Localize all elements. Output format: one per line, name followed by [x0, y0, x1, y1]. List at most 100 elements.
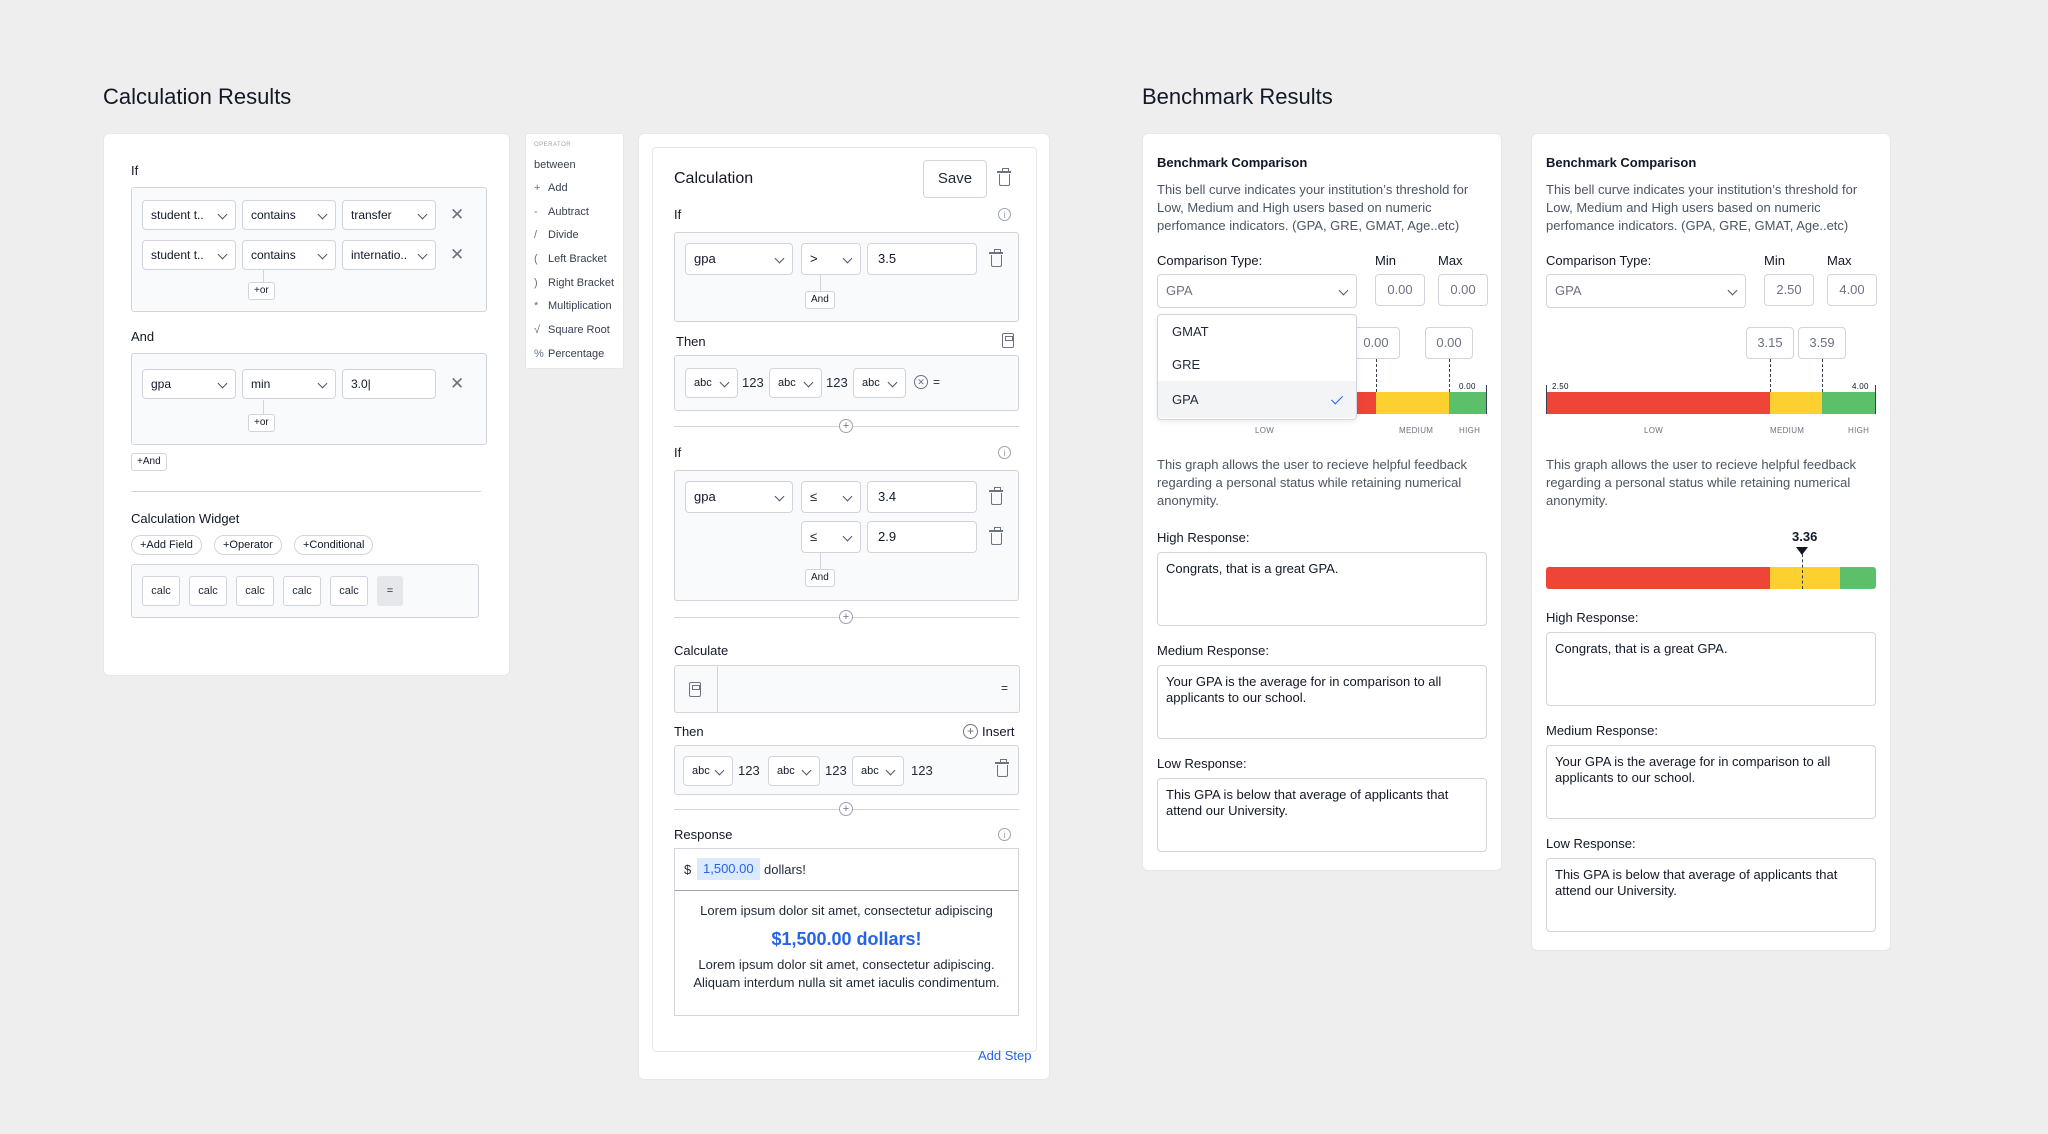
- amount-token[interactable]: 1,500.00: [697, 858, 760, 880]
- abc-select[interactable]: abc: [853, 368, 906, 398]
- medium-threshold-marker[interactable]: 0.00: [1352, 327, 1400, 359]
- operator-square-root[interactable]: √ Square Root: [534, 324, 610, 336]
- operator-divide[interactable]: / Divide: [534, 229, 579, 241]
- value-select[interactable]: transfer: [342, 200, 436, 230]
- add-conditional-button[interactable]: +Conditional: [294, 535, 374, 555]
- abc-select[interactable]: abc: [768, 756, 820, 786]
- field-select[interactable]: gpa: [685, 243, 793, 275]
- option-gpa[interactable]: GPA: [1158, 381, 1356, 418]
- operator-left-bracket[interactable]: (Left Bracket: [534, 253, 607, 265]
- equals-item[interactable]: =: [377, 576, 403, 606]
- calc-item[interactable]: calc: [283, 576, 321, 606]
- add-step-plus-icon[interactable]: +: [839, 610, 853, 624]
- high-threshold-marker[interactable]: 3.59: [1798, 327, 1846, 359]
- calculator-icon[interactable]: [1002, 333, 1014, 348]
- max-input[interactable]: 0.00: [1438, 274, 1488, 306]
- abc-select[interactable]: abc: [852, 756, 904, 786]
- high-response-textarea[interactable]: Congrats, that is a great GPA.: [1157, 552, 1487, 626]
- calc-item[interactable]: calc: [189, 576, 227, 606]
- field-select[interactable]: gpa: [685, 481, 793, 513]
- trash-icon[interactable]: [997, 168, 1011, 186]
- info-icon[interactable]: i: [998, 446, 1011, 459]
- add-or-button[interactable]: +or: [248, 282, 275, 300]
- medium-response-textarea[interactable]: Your GPA is the average for in compariso…: [1157, 665, 1487, 739]
- clear-circle-icon[interactable]: ✕: [914, 375, 928, 389]
- low-label: LOW: [1644, 426, 1664, 435]
- medium-response-textarea[interactable]: Your GPA is the average for in compariso…: [1546, 745, 1876, 819]
- operator-percentage[interactable]: % Percentage: [534, 348, 604, 360]
- max-input[interactable]: 4.00: [1827, 274, 1877, 306]
- add-step-link[interactable]: Add Step: [978, 1048, 1032, 1063]
- min-input[interactable]: 0.00: [1375, 274, 1425, 306]
- value-input[interactable]: 2.9: [867, 521, 977, 553]
- and-label: And: [131, 329, 155, 344]
- comparison-type-select[interactable]: GPA: [1157, 274, 1357, 308]
- medium-threshold-marker[interactable]: 3.15: [1746, 327, 1794, 359]
- high-threshold-marker[interactable]: 0.00: [1425, 327, 1473, 359]
- and-button[interactable]: And: [805, 569, 835, 587]
- close-icon[interactable]: ✕: [450, 246, 464, 263]
- field-select[interactable]: gpa: [142, 369, 236, 399]
- operator-multiplication[interactable]: * Multiplication: [534, 300, 612, 312]
- min-input[interactable]: 2.50: [1764, 274, 1814, 306]
- insert-plus-icon[interactable]: +: [963, 724, 978, 739]
- value-input[interactable]: 3.5: [867, 243, 977, 275]
- field-select[interactable]: student t..: [142, 200, 236, 230]
- operator-right-bracket[interactable]: ) Right Bracket: [534, 277, 614, 289]
- score-high-bar: [1840, 567, 1876, 589]
- operator-select[interactable]: min: [242, 369, 336, 399]
- operator-select[interactable]: contains: [242, 240, 336, 270]
- abc-select[interactable]: abc: [683, 756, 733, 786]
- info-icon[interactable]: i: [998, 208, 1011, 221]
- calc-item[interactable]: calc: [330, 576, 368, 606]
- operator-menu-header: OPERATOR: [534, 142, 572, 148]
- trash-icon[interactable]: [989, 249, 1003, 267]
- option-gre[interactable]: GRE: [1158, 348, 1356, 381]
- and-button[interactable]: And: [805, 291, 835, 309]
- low-response-textarea[interactable]: This GPA is below that average of applic…: [1546, 858, 1876, 932]
- value-input[interactable]: 3.0|: [342, 369, 436, 399]
- chevron-down-icon: [217, 249, 228, 260]
- conditions-card: If student t.. contains transfer ✕ stude…: [103, 133, 510, 676]
- close-icon[interactable]: ✕: [450, 206, 464, 223]
- calculate-label: Calculate: [674, 643, 729, 658]
- if-label: If: [674, 207, 682, 222]
- value-select[interactable]: internatio..: [342, 240, 436, 270]
- calculation-results-heading: Calculation Results: [103, 84, 292, 109]
- close-icon[interactable]: ✕: [450, 375, 464, 392]
- add-field-button[interactable]: +Add Field: [131, 535, 202, 555]
- high-response-textarea[interactable]: Congrats, that is a great GPA.: [1546, 632, 1876, 706]
- operator-select[interactable]: ≤: [801, 481, 861, 513]
- comparison-type-label: Comparison Type:: [1157, 253, 1263, 268]
- field-select[interactable]: student t..: [142, 240, 236, 270]
- abc-select[interactable]: abc: [685, 368, 738, 398]
- add-operator-button[interactable]: +Operator: [214, 535, 282, 555]
- calc-item[interactable]: calc: [236, 576, 274, 606]
- add-step-plus-icon[interactable]: +: [839, 802, 853, 816]
- operator-add[interactable]: + Add: [534, 182, 568, 194]
- trash-icon[interactable]: [995, 759, 1009, 777]
- add-and-button[interactable]: +And: [131, 453, 167, 471]
- add-step-plus-icon[interactable]: +: [839, 419, 853, 433]
- calc-item[interactable]: calc: [142, 576, 180, 606]
- operator-subtract[interactable]: - Aubtract: [534, 206, 589, 218]
- insert-button[interactable]: Insert: [982, 724, 1015, 739]
- option-gmat[interactable]: GMAT: [1158, 315, 1356, 348]
- info-icon[interactable]: i: [998, 828, 1011, 841]
- operator-between[interactable]: between: [534, 159, 576, 171]
- value-input[interactable]: 3.4: [867, 481, 977, 513]
- trash-icon[interactable]: [989, 527, 1003, 545]
- trash-icon[interactable]: [989, 487, 1003, 505]
- comparison-type-select[interactable]: GPA: [1546, 274, 1746, 308]
- then-group: abc 123 abc 123 abc 123: [674, 745, 1019, 795]
- add-or-button[interactable]: +or: [248, 414, 275, 432]
- abc-select[interactable]: abc: [769, 368, 822, 398]
- calculator-icon[interactable]: [689, 682, 701, 697]
- operator-select[interactable]: contains: [242, 200, 336, 230]
- operator-select[interactable]: ≤: [801, 521, 861, 553]
- response-input[interactable]: $ 1,500.00 dollars!: [674, 848, 1019, 890]
- calculate-field[interactable]: =: [674, 665, 1020, 713]
- operator-select[interactable]: >: [801, 243, 861, 275]
- save-button[interactable]: Save: [923, 160, 987, 198]
- low-response-textarea[interactable]: This GPA is below that average of applic…: [1157, 778, 1487, 852]
